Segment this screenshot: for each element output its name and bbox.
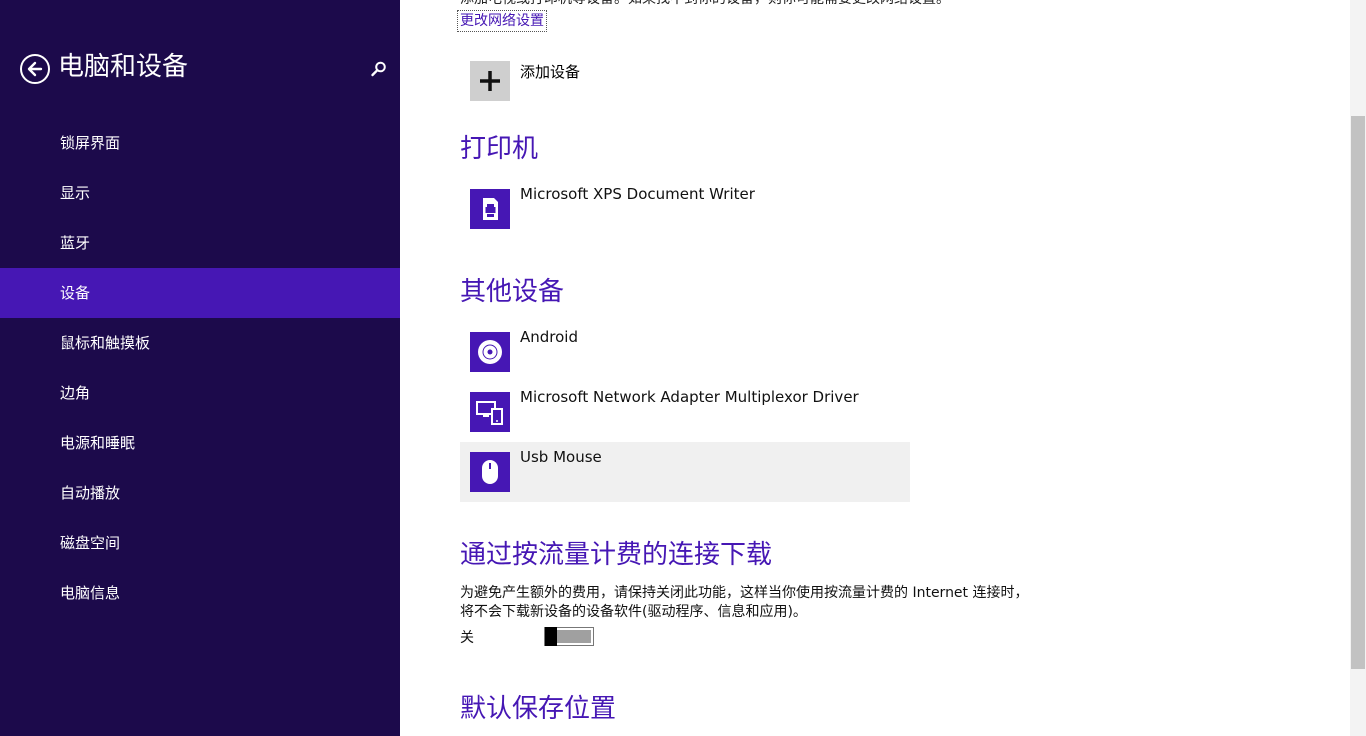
metered-desc-line-2: 将不会下载新设备的设备软件(驱动程序、信息和应用)。 (460, 604, 807, 620)
toggle-knob (545, 627, 557, 646)
nav-list: 锁屏界面 显示 蓝牙 设备 鼠标和触摸板 边角 电源和睡眠 自动播放 磁盘空间 … (0, 118, 400, 618)
printers-heading: 打印机 (460, 134, 539, 164)
device-label: Android (520, 328, 578, 346)
network-devices-icon (470, 392, 510, 432)
nav-item-pc-info[interactable]: 电脑信息 (0, 568, 400, 618)
add-device-label: 添加设备 (520, 63, 581, 81)
nav-item-mouse-touchpad[interactable]: 鼠标和触摸板 (0, 318, 400, 368)
device-row-android[interactable]: Android (460, 322, 910, 382)
metered-desc-line-1: 为避免产生额外的费用，请保持关闭此功能，这样当你使用按流量计费的 Interne… (460, 585, 1029, 601)
disc-icon (470, 332, 510, 372)
add-device-button[interactable]: 添加设备 (470, 61, 870, 101)
device-label: Usb Mouse (520, 448, 602, 466)
printer-icon (470, 189, 510, 229)
metered-toggle-state: 关 (460, 630, 474, 646)
nav-item-power-sleep[interactable]: 电源和睡眠 (0, 418, 400, 468)
devices-content: 添加电视或打印机等设备。如果找不到你的设备，则你可能需要更改网络设置。 更改网络… (400, 0, 1350, 736)
device-row-network-adapter[interactable]: Microsoft Network Adapter Multiplexor Dr… (460, 382, 910, 442)
nav-item-corners[interactable]: 边角 (0, 368, 400, 418)
device-row-xps-writer[interactable]: Microsoft XPS Document Writer (460, 179, 910, 239)
toggle-track (557, 630, 591, 643)
device-label: Microsoft Network Adapter Multiplexor Dr… (520, 388, 859, 406)
metered-download-heading: 通过按流量计费的连接下载 (460, 540, 773, 570)
default-save-location-heading: 默认保存位置 (460, 694, 617, 724)
nav-item-display[interactable]: 显示 (0, 168, 400, 218)
page-title: 电脑和设备 (58, 52, 189, 82)
settings-nav-pane: 电脑和设备 锁屏界面 显示 蓝牙 设备 鼠标和触摸板 边角 电源和睡眠 自动播放… (0, 0, 400, 736)
search-icon[interactable] (370, 60, 390, 80)
vertical-scrollbar[interactable] (1350, 0, 1366, 736)
nav-item-devices[interactable]: 设备 (0, 268, 400, 318)
mouse-icon (470, 452, 510, 492)
nav-item-bluetooth[interactable]: 蓝牙 (0, 218, 400, 268)
plus-icon (470, 61, 510, 101)
intro-text: 添加电视或打印机等设备。如果找不到你的设备，则你可能需要更改网络设置。 (460, 0, 950, 8)
change-network-settings-link[interactable]: 更改网络设置 (457, 10, 547, 32)
metered-description: 为避免产生额外的费用，请保持关闭此功能，这样当你使用按流量计费的 Interne… (460, 584, 1080, 622)
nav-header: 电脑和设备 (20, 52, 390, 88)
nav-item-disk-space[interactable]: 磁盘空间 (0, 518, 400, 568)
other-devices-heading: 其他设备 (460, 277, 565, 307)
back-arrow-icon[interactable] (20, 54, 50, 84)
device-row-usb-mouse[interactable]: Usb Mouse (460, 442, 910, 502)
nav-item-autoplay[interactable]: 自动播放 (0, 468, 400, 518)
metered-download-toggle[interactable] (544, 627, 594, 646)
device-label: Microsoft XPS Document Writer (520, 185, 755, 203)
scrollbar-thumb[interactable] (1351, 116, 1365, 669)
nav-item-lock-screen[interactable]: 锁屏界面 (0, 118, 400, 168)
